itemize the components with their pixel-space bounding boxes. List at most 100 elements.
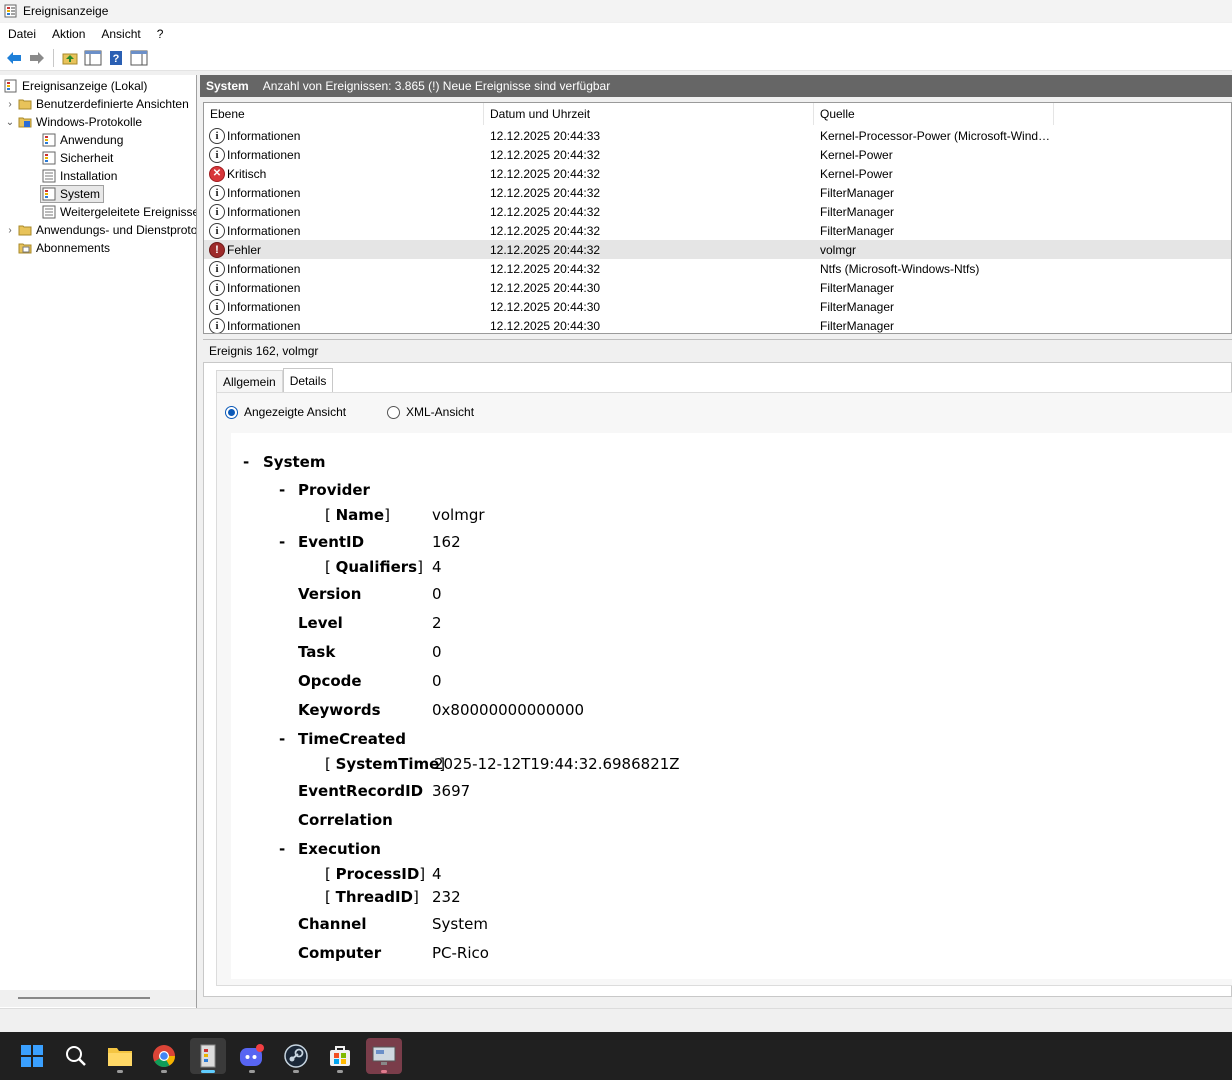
running-indicator xyxy=(117,1070,123,1073)
event-row[interactable]: i Informationen 12.12.2025 20:44:32 FilterM… xyxy=(204,221,1231,240)
back-button[interactable] xyxy=(4,48,24,68)
event-date: 12.12.2025 20:44:32 xyxy=(490,166,601,181)
detail-entry: Opcode 0 xyxy=(231,670,1231,692)
menu-help[interactable]: ? xyxy=(149,27,172,41)
column-header-level[interactable]: Ebene xyxy=(204,103,484,125)
event-row[interactable]: i Informationen 12.12.2025 20:44:32 FilterM… xyxy=(204,183,1231,202)
radio-friendly-view[interactable]: Angezeigte Ansicht xyxy=(225,405,346,419)
discord-button[interactable] xyxy=(234,1038,270,1074)
collapse-toggle[interactable]: - xyxy=(279,533,285,551)
menu-datei[interactable]: Datei xyxy=(0,27,44,41)
search-button[interactable] xyxy=(58,1038,94,1074)
details-tab-body: Angezeigte Ansicht XML-Ansicht - System - P… xyxy=(216,392,1232,986)
radio-xml-view[interactable]: XML-Ansicht xyxy=(387,405,474,419)
back-arrow-icon xyxy=(7,51,21,64)
event-date: 12.12.2025 20:44:32 xyxy=(490,223,601,238)
detail-key: Opcode xyxy=(298,672,362,690)
chrome-button[interactable] xyxy=(146,1038,182,1074)
event-row[interactable]: i Informationen 12.12.2025 20:44:30 FilterM… xyxy=(204,297,1231,316)
menu-ansicht[interactable]: Ansicht xyxy=(93,27,148,41)
event-source: FilterManager xyxy=(820,204,895,219)
remote-desktop-button[interactable] xyxy=(366,1038,402,1074)
show-hide-tree-icon xyxy=(84,50,102,65)
collapse-toggle[interactable]: - xyxy=(243,453,249,471)
help-button[interactable]: ? xyxy=(106,48,126,68)
file-explorer-icon xyxy=(108,1048,132,1066)
event-source: FilterManager xyxy=(820,299,895,314)
tree-item-sicherheit[interactable]: Sicherheit xyxy=(42,149,113,167)
detail-value: System xyxy=(432,915,488,933)
collapse-toggle[interactable]: - xyxy=(279,730,285,748)
detail-entry: Correlation xyxy=(231,809,1231,831)
detail-attribute: [ Name] xyxy=(325,506,390,524)
detail-key: System xyxy=(263,453,326,471)
chevron-right-icon[interactable]: › xyxy=(4,225,16,236)
detail-attribute: [ Qualifiers] xyxy=(325,558,423,576)
tree-item-label: Weitergeleitete Ereignisse xyxy=(60,205,197,219)
event-source: Kernel-Power xyxy=(820,147,893,162)
detail-entry: - TimeCreated xyxy=(231,728,1231,750)
store-button[interactable] xyxy=(322,1038,358,1074)
tab-allgemein[interactable]: Allgemein xyxy=(216,370,283,392)
log-icon xyxy=(42,151,56,165)
log-name: System xyxy=(206,79,249,93)
event-row[interactable]: i Informationen 12.12.2025 20:44:32 Kernel-… xyxy=(204,145,1231,164)
action-pane-button[interactable] xyxy=(129,48,149,68)
event-row[interactable]: i Informationen 12.12.2025 20:44:32 FilterM… xyxy=(204,202,1231,221)
tree-item-custom-views[interactable]: › Benutzerdefinierte Ansichten xyxy=(4,95,188,113)
info-icon: i xyxy=(209,184,225,201)
show-hide-tree-button[interactable] xyxy=(83,48,103,68)
event-date: 12.12.2025 20:44:30 xyxy=(490,280,601,295)
file-explorer-button[interactable] xyxy=(102,1038,138,1074)
detail-entry: - Execution xyxy=(231,838,1231,860)
tree-item-app-logs[interactable]: › Anwendungs- und Dienstprotokolle xyxy=(4,221,196,239)
start-button[interactable] xyxy=(14,1038,50,1074)
tree-item-subscriptions[interactable]: Abonnements xyxy=(18,239,110,257)
event-row[interactable]: ! Fehler 12.12.2025 20:44:32 volmgr xyxy=(204,240,1231,259)
scrollbar-thumb[interactable] xyxy=(18,997,150,999)
tree-item-windows-logs[interactable]: ⌄ Windows-Protokolle xyxy=(4,113,142,131)
event-row[interactable]: ✕ Kritisch 12.12.2025 20:44:32 Kernel-Power xyxy=(204,164,1231,183)
folder-up-icon xyxy=(62,53,78,64)
tree-item-installation[interactable]: Installation xyxy=(42,167,117,185)
event-row[interactable]: i Informationen 12.12.2025 20:44:32 Ntfs (M… xyxy=(204,259,1231,278)
event-list: Ebene Datum und Uhrzeit Quelle i Informat… xyxy=(203,102,1232,334)
tab-details[interactable]: Details xyxy=(282,368,334,392)
radio-unselected-icon[interactable] xyxy=(387,405,400,419)
menu-aktion[interactable]: Aktion xyxy=(44,27,93,41)
detail-key: EventRecordID xyxy=(298,782,424,800)
up-folder-button[interactable] xyxy=(60,48,80,68)
event-row[interactable]: i Informationen 12.12.2025 20:44:30 FilterM… xyxy=(204,278,1231,297)
steam-button[interactable] xyxy=(278,1038,314,1074)
chevron-right-icon[interactable]: › xyxy=(4,99,16,110)
running-indicator xyxy=(249,1070,255,1073)
event-level: Informationen xyxy=(227,261,301,276)
collapse-toggle[interactable]: - xyxy=(279,481,285,499)
tree-item-anwendung[interactable]: Anwendung xyxy=(42,131,123,149)
event-row[interactable]: i Informationen 12.12.2025 20:44:33 Kernel-… xyxy=(204,126,1231,145)
detail-attribute: [ ThreadID] xyxy=(325,888,419,906)
detail-value: 2 xyxy=(432,614,442,632)
chevron-down-icon[interactable]: ⌄ xyxy=(4,117,16,128)
event-row[interactable]: i Informationen 12.12.2025 20:44:30 FilterM… xyxy=(204,316,1231,333)
radio-selected-icon[interactable] xyxy=(225,405,238,419)
column-header-source[interactable]: Quelle xyxy=(814,103,1054,125)
event-source: FilterManager xyxy=(820,318,895,333)
event-viewer-taskbar-button[interactable] xyxy=(190,1038,226,1074)
navigation-tree: Ereignisanzeige (Lokal) › Benutzerdefini… xyxy=(0,75,197,1008)
detail-value: 162 xyxy=(432,533,461,551)
detail-value: 232 xyxy=(432,888,461,906)
event-detail-panel: Allgemein Details Angezeigte Ansicht XML… xyxy=(203,362,1232,997)
tree-item-forwarded[interactable]: Weitergeleitete Ereignisse xyxy=(42,203,197,221)
tree-item-system[interactable]: System xyxy=(40,185,104,203)
detail-entry: [ SystemTime] 2025-12-12T19:44:32.6986821… xyxy=(231,753,1231,775)
start-icon xyxy=(21,1045,43,1067)
column-header-date[interactable]: Datum und Uhrzeit xyxy=(484,103,814,125)
detail-value: 0 xyxy=(432,672,442,690)
detail-key: ProcessID xyxy=(335,865,420,883)
taskbar xyxy=(0,1032,1232,1080)
forward-button[interactable] xyxy=(27,48,47,68)
tree-item-root[interactable]: Ereignisanzeige (Lokal) xyxy=(4,77,147,95)
detail-entry: Task 0 xyxy=(231,641,1231,663)
collapse-toggle[interactable]: - xyxy=(279,840,285,858)
